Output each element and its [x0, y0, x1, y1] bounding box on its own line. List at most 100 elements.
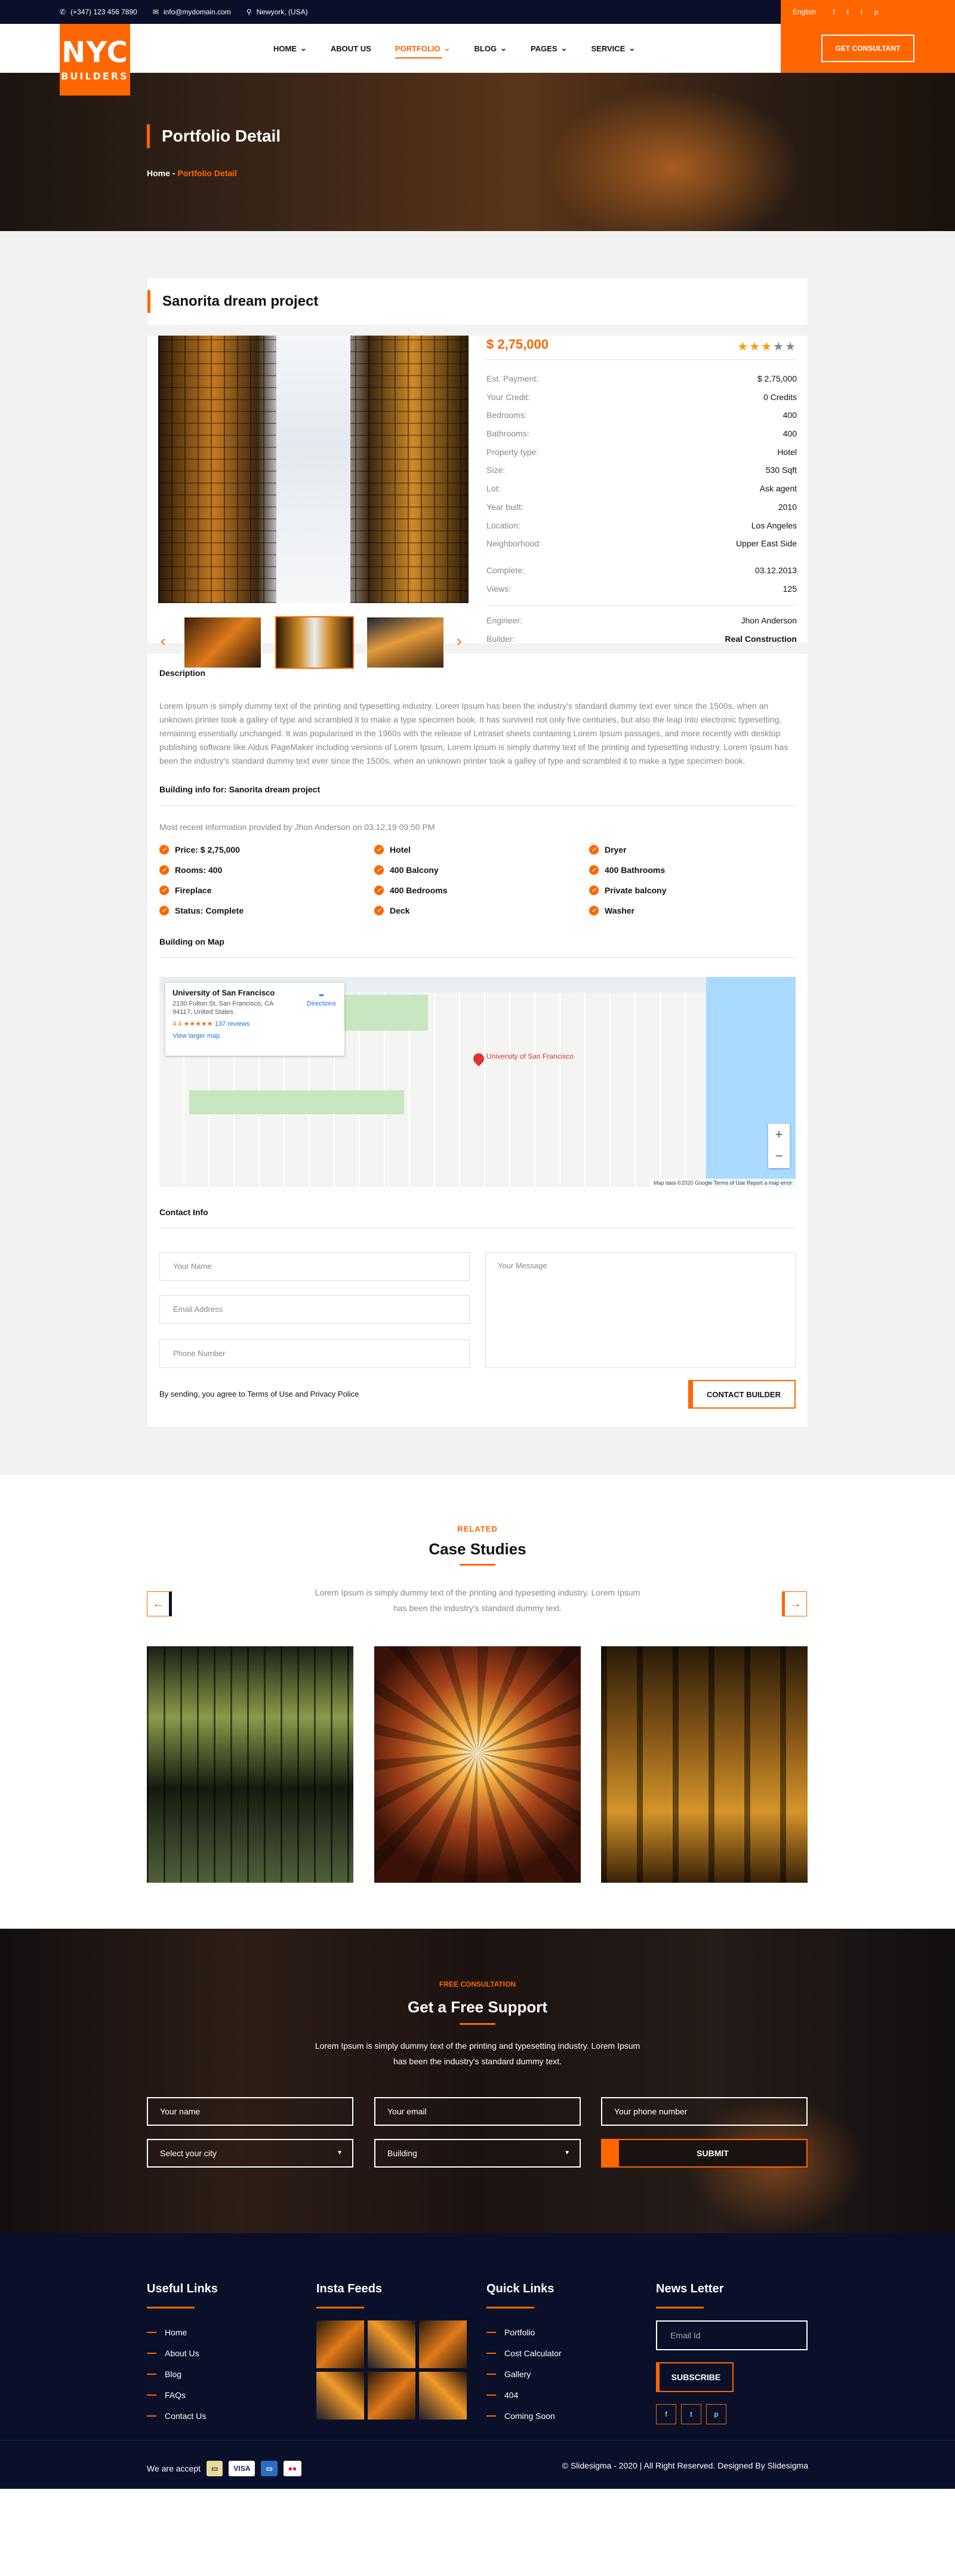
- spec-row: Views: 125: [486, 580, 797, 598]
- page-banner: Portfolio Detail Home - Portfolio Detail: [0, 73, 955, 231]
- insta-thumbnail[interactable]: [316, 2372, 364, 2420]
- insta-thumbnail[interactable]: [368, 2372, 415, 2420]
- zoom-in-button[interactable]: +: [768, 1124, 790, 1145]
- insta-thumbnail[interactable]: [368, 2320, 415, 2368]
- case-study-card[interactable]: [374, 1646, 581, 1883]
- check-icon: ✓: [374, 845, 384, 854]
- payment-methods: We are accept ▭ VISA ▭ ●●: [147, 2461, 302, 2476]
- instagram-icon[interactable]: i: [861, 8, 862, 16]
- building-select[interactable]: Building ▼: [374, 2139, 581, 2168]
- pinterest-icon[interactable]: p: [874, 8, 879, 16]
- phone-field[interactable]: Phone Number: [159, 1339, 470, 1368]
- footer-link[interactable]: Gallery: [486, 2363, 562, 2384]
- map-reviews-link[interactable]: 137 reviews: [215, 1020, 250, 1028]
- site-logo[interactable]: NYC BUILDERS: [60, 24, 130, 96]
- spec-key: Property type:: [486, 447, 539, 457]
- view-larger-map-link[interactable]: View larger map: [172, 1032, 337, 1040]
- facebook-icon[interactable]: f: [833, 8, 834, 16]
- facebook-icon[interactable]: f: [656, 2404, 676, 2424]
- spec-value: 400: [783, 429, 797, 439]
- consultation-eyebrow: FREE CONSULTATION: [439, 1980, 516, 1988]
- recent-info-text: Most recent information provided by Jhon…: [159, 822, 435, 832]
- star-filled-icon: ★★★: [737, 340, 774, 353]
- footer-link[interactable]: Blog: [147, 2363, 218, 2384]
- footer-link[interactable]: About Us: [147, 2343, 218, 2363]
- nav-pages[interactable]: PAGES ⌄: [531, 24, 567, 73]
- spec-key: Bathrooms:: [486, 429, 529, 439]
- newsletter-email-field[interactable]: Email Id: [656, 2320, 808, 2350]
- chevron-left-icon[interactable]: ‹: [161, 632, 166, 650]
- thumbnail-2[interactable]: [275, 616, 354, 669]
- check-icon: ✓: [159, 845, 169, 854]
- message-field[interactable]: Your Message: [485, 1252, 796, 1368]
- footer-link[interactable]: Coming Soon: [486, 2405, 562, 2426]
- consult-name-field[interactable]: Your name: [147, 2097, 353, 2126]
- useful-links-heading: Useful Links: [147, 2282, 218, 2295]
- consult-email-field[interactable]: Your email: [374, 2097, 581, 2126]
- consultation-title: Get a Free Support: [407, 1998, 548, 2016]
- map-footer[interactable]: Map data ©2020 Google Terms of Use Repor…: [649, 1179, 796, 1187]
- feature-label: 400 Balcony: [390, 865, 439, 875]
- specs-list: Est. Payment: $ 2,75,000 Your Credit: 0 Cr…: [486, 360, 797, 553]
- site-header: NYC BUILDERS HOME ⌄ ABOUT US PORTFOLIO ⌄ B…: [0, 24, 955, 96]
- spec-key: Complete:: [486, 565, 525, 575]
- insta-thumbnail[interactable]: [419, 2320, 467, 2368]
- subscribe-button[interactable]: SUBSCRIBE: [656, 2362, 734, 2392]
- feature-item: ✓ Price: $ 2,75,000: [159, 845, 374, 854]
- city-select[interactable]: Select your city ▼: [147, 2139, 353, 2168]
- consult-phone-field[interactable]: Your phone number: [601, 2097, 808, 2126]
- breadcrumb-home[interactable]: Home: [147, 168, 170, 178]
- project-main-image: [158, 336, 469, 603]
- name-field[interactable]: Your Name: [159, 1252, 470, 1281]
- footer-link[interactable]: Portfolio: [486, 2322, 562, 2343]
- nav-blog[interactable]: BLOG ⌄: [475, 24, 507, 73]
- footer-link[interactable]: FAQs: [147, 2384, 218, 2405]
- directions-link[interactable]: ➦ Directions: [307, 991, 336, 1008]
- case-study-card[interactable]: [147, 1646, 353, 1883]
- insta-thumbnail[interactable]: [316, 2320, 364, 2368]
- footer-link[interactable]: Contact Us: [147, 2405, 218, 2426]
- breadcrumb: Home - Portfolio Detail: [147, 168, 237, 178]
- nav-service[interactable]: SERVICE ⌄: [591, 24, 635, 73]
- nav-portfolio[interactable]: PORTFOLIO ⌄: [395, 24, 451, 73]
- twitter-icon[interactable]: t: [847, 8, 849, 16]
- directions-label: Directions: [307, 1000, 336, 1007]
- feature-label: Deck: [390, 906, 410, 915]
- contact-builder-button[interactable]: CONTACT BUILDER: [688, 1380, 796, 1409]
- email-field[interactable]: Email Address: [159, 1295, 470, 1324]
- embedded-map[interactable]: University of San Francisco University o…: [159, 977, 796, 1187]
- insta-feeds-heading: Insta Feeds: [316, 2282, 383, 2295]
- thumbnail-1[interactable]: [183, 616, 262, 669]
- spec-key: Size:: [486, 465, 506, 475]
- submit-button[interactable]: SUBMIT: [601, 2139, 808, 2168]
- footer-link[interactable]: 404: [486, 2384, 562, 2405]
- nav-about[interactable]: ABOUT US: [331, 24, 371, 73]
- breadcrumb-separator: -: [170, 168, 178, 178]
- footer-link[interactable]: Home: [147, 2322, 218, 2343]
- case-study-card[interactable]: [601, 1646, 808, 1883]
- pinterest-icon[interactable]: p: [706, 2404, 726, 2424]
- carousel-next-button[interactable]: →: [782, 1591, 807, 1616]
- get-consultant-button[interactable]: GET CONSULTANT: [821, 35, 915, 62]
- footer-link[interactable]: Cost Calculator: [486, 2343, 562, 2363]
- spec-value: Los Angeles: [751, 520, 797, 530]
- language-selector[interactable]: English: [793, 8, 816, 16]
- twitter-icon[interactable]: t: [681, 2404, 701, 2424]
- feature-label: Status: Complete: [175, 906, 244, 915]
- chevron-down-icon: ⌄: [300, 44, 307, 53]
- zoom-out-button[interactable]: −: [768, 1145, 790, 1167]
- email-contact[interactable]: ✉ info@mydomain.com: [153, 8, 231, 16]
- carousel-prev-button[interactable]: ←: [147, 1591, 172, 1616]
- spec-row: Year built: 2010: [486, 498, 797, 517]
- phone-contact[interactable]: ✆ (+347) 123 456 7890: [60, 8, 137, 16]
- spec-row: Builder: Real Construction: [486, 630, 797, 648]
- spec-row: Complete: 03.12.2013: [486, 561, 797, 580]
- thumbnail-3[interactable]: [366, 616, 445, 669]
- feature-item: ✓ Private balcony: [589, 886, 804, 895]
- nav-home[interactable]: HOME ⌄: [273, 24, 307, 73]
- chevron-right-icon[interactable]: ›: [457, 632, 462, 650]
- insta-thumbnail[interactable]: [419, 2372, 467, 2420]
- arrow-right-icon: →: [790, 1597, 802, 1610]
- header-cta-area: GET CONSULTANT: [781, 24, 955, 73]
- location-text: Newyork, (USA): [256, 8, 308, 16]
